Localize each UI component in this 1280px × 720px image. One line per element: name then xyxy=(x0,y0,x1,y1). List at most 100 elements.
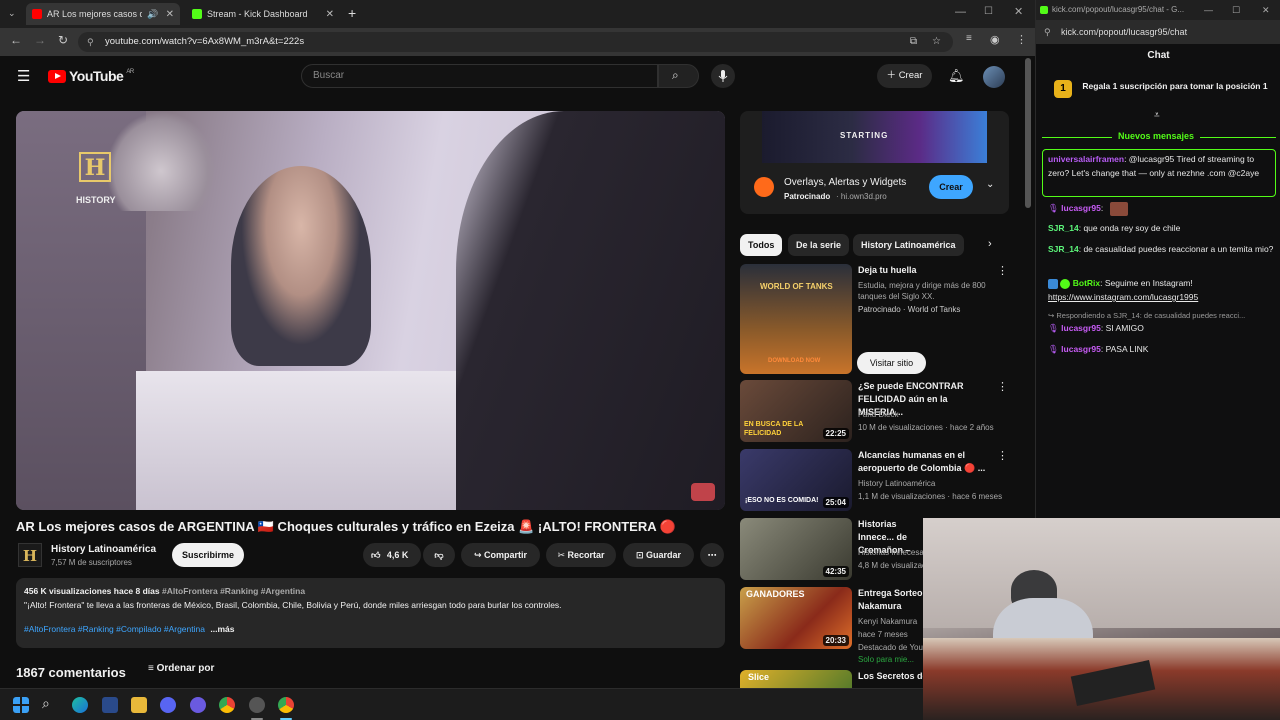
edge-browser-icon[interactable] xyxy=(72,697,88,713)
close-window-icon[interactable]: ✕ xyxy=(1262,0,1270,20)
clip-button[interactable]: ✂ Recortar xyxy=(546,543,616,567)
chips-next-icon[interactable]: › xyxy=(988,238,992,250)
youtube-logo[interactable]: YouTube AR xyxy=(48,68,134,84)
close-window-icon[interactable]: ✕ xyxy=(1014,5,1023,18)
maximize-icon[interactable]: ☐ xyxy=(1232,0,1240,20)
ad-sponsor-line: Patrocinado · World of Tanks xyxy=(858,305,961,314)
comments-count: 1867 comentarios xyxy=(16,665,126,680)
cast-icon[interactable]: ⧉ xyxy=(910,32,917,52)
microphone-icon xyxy=(718,70,728,82)
avatar[interactable] xyxy=(983,66,1005,88)
search-input[interactable]: Buscar xyxy=(301,64,658,88)
url-field[interactable]: ⚲ youtube.com/watch?v=6Ax8WM_m3rA&t=222s… xyxy=(78,32,953,52)
windows-start-icon[interactable] xyxy=(13,697,29,713)
show-more-link[interactable]: ...más xyxy=(210,624,234,634)
pinned-gift-message[interactable]: Regala 1 suscripción para tomar la posic… xyxy=(1080,80,1270,92)
close-tab-icon[interactable]: ✕ xyxy=(166,9,174,20)
chrome-icon[interactable] xyxy=(219,697,235,713)
hamburger-menu-icon[interactable]: ☰ xyxy=(17,67,30,85)
ad-description: Estudia, mejora y dirige más de 800 tanq… xyxy=(858,281,986,301)
chat-username[interactable]: SJR_14 xyxy=(1048,223,1079,233)
subscribe-button[interactable]: Suscribirme xyxy=(172,543,244,567)
more-vertical-icon[interactable]: ⋮ xyxy=(997,380,1008,393)
chrome-profile-icon[interactable] xyxy=(278,697,294,713)
speaker-icon[interactable]: 🔊 xyxy=(147,9,158,20)
chat-username[interactable]: BotRix xyxy=(1073,278,1100,288)
chat-text: : Seguime en Instagram! xyxy=(1100,278,1193,288)
file-explorer-icon[interactable] xyxy=(131,697,147,713)
tab-list-icon[interactable]: ⌄ xyxy=(8,8,16,19)
chevron-down-icon[interactable]: ⌄ xyxy=(986,179,994,190)
chip-all[interactable]: Todos xyxy=(740,234,783,256)
forward-icon[interactable]: → xyxy=(34,33,46,47)
voice-search-button[interactable] xyxy=(711,64,735,88)
discord-icon[interactable] xyxy=(160,697,176,713)
back-icon[interactable]: ← xyxy=(10,33,22,47)
menu-kebab-icon[interactable]: ⋮ xyxy=(1016,33,1027,46)
sidebar-item[interactable]: EN BUSCA DE LA FELICIDAD 22:25 ¿Se puede… xyxy=(740,380,1025,444)
hashtags-top[interactable]: #AltoFrontera #Ranking #Argentina xyxy=(162,586,305,596)
sidebar-item[interactable]: ¡ESO NO ES COMIDA! 25:04 Alcancías human… xyxy=(740,449,1025,513)
close-tab-icon[interactable]: ✕ xyxy=(326,9,334,20)
channel-watermark-icon[interactable] xyxy=(691,483,715,501)
chip-channel[interactable]: History Latinoamérica xyxy=(853,234,964,256)
tab-youtube[interactable]: AR Los mejores casos de AR 🔊 ✕ xyxy=(26,3,180,25)
chat-username[interactable]: lucasgr95 xyxy=(1061,323,1101,333)
site-info-icon[interactable]: ⚲ xyxy=(1044,20,1051,44)
extensions-icon[interactable]: ≡ xyxy=(966,33,972,44)
reload-icon[interactable]: ↻ xyxy=(58,33,68,47)
calculator-icon[interactable] xyxy=(102,697,118,713)
page-scrollbar[interactable] xyxy=(1025,58,1031,208)
description-box[interactable]: 456 K visualizaciones hace 8 días #AltoF… xyxy=(16,578,725,648)
more-vertical-icon[interactable]: ⋮ xyxy=(997,449,1008,462)
more-vertical-icon[interactable]: ⋮ xyxy=(997,264,1008,277)
notifications-bell-icon[interactable]: 🔔︎ xyxy=(948,68,965,84)
tab-label: Stream - Kick Dashboard xyxy=(207,9,308,19)
sidebar-item[interactable]: GANADORES 20:33 Entrega Sorteo Nakamura … xyxy=(740,587,923,667)
search-button[interactable]: ⌕ xyxy=(658,64,699,88)
sidebar-item[interactable]: Slice Los Secretos de xyxy=(740,670,923,688)
sidebar-item[interactable]: 42:35 Historias Innece... de Cromañon – … xyxy=(740,518,923,582)
like-button[interactable]: 👍︎ 4,6 K xyxy=(363,543,421,567)
media-player-icon[interactable] xyxy=(190,697,206,713)
new-tab-icon[interactable]: + xyxy=(348,5,356,21)
chip-series[interactable]: De la serie xyxy=(788,234,850,256)
video-title: Entrega Sorteo Nakamura xyxy=(858,588,923,611)
create-button[interactable]: ＋ Crear xyxy=(877,64,932,88)
video-player[interactable]: H HISTORY xyxy=(16,111,725,510)
save-button[interactable]: ⊡ Guardar xyxy=(623,543,694,567)
chat-link[interactable]: https://www.instagram.com/lucasgr1995 xyxy=(1048,290,1276,304)
tab-kick[interactable]: Stream - Kick Dashboard ✕ xyxy=(186,3,340,25)
search-icon[interactable]: ⌕ xyxy=(42,695,50,712)
chat-username[interactable]: SJR_14 xyxy=(1048,244,1079,254)
chat-text: : de casualidad puedes reaccionar a un t… xyxy=(1078,244,1274,254)
ad-cta-button[interactable]: Crear xyxy=(929,175,973,199)
chat-username[interactable]: universalairframen xyxy=(1048,154,1124,164)
minimize-icon[interactable]: — xyxy=(1204,0,1213,20)
ad-card[interactable]: STARTING Overlays, Alertas y Widgets Pat… xyxy=(740,111,1009,214)
hashtags-bottom[interactable]: #AltoFrontera #Ranking #Compilado #Argen… xyxy=(24,624,205,634)
chat-url-bar[interactable]: ⚲ kick.com/popout/lucasgr95/chat xyxy=(1036,20,1280,44)
chat-username[interactable]: lucasgr95 xyxy=(1061,344,1101,354)
chat-message: SJR_14: que onda rey soy de chile xyxy=(1048,221,1276,235)
minimize-icon[interactable]: — xyxy=(955,6,966,18)
sidebar-item-sponsored[interactable]: WORLD OF TANKS DOWNLOAD NOW Deja tu huel… xyxy=(740,264,1025,376)
maximize-icon[interactable]: ☐ xyxy=(984,6,993,17)
sort-comments-button[interactable]: ≡ Ordenar por xyxy=(148,663,214,674)
collapse-pinned-icon[interactable]: ⩡ xyxy=(1154,110,1160,121)
channel-avatar[interactable]: H xyxy=(18,543,42,567)
chat-username[interactable]: lucasgr95 xyxy=(1061,203,1101,213)
more-actions-button[interactable]: ⋯ xyxy=(700,543,724,567)
channel-name[interactable]: History Latinoamérica xyxy=(51,544,156,555)
ad-brand-icon xyxy=(754,177,774,197)
site-info-icon[interactable]: ⚲ xyxy=(87,32,94,52)
obs-icon[interactable] xyxy=(249,697,265,713)
dislike-button[interactable]: 👎︎ xyxy=(423,543,455,567)
mic-badge-icon: 🎙︎ xyxy=(1048,344,1059,354)
logo-text: YouTube xyxy=(69,68,124,84)
profile-icon[interactable]: ◉ xyxy=(990,33,1000,46)
visit-site-button[interactable]: Visitar sitio xyxy=(857,352,926,374)
bookmark-star-icon[interactable]: ☆ xyxy=(932,32,941,52)
share-button[interactable]: ↪ Compartir xyxy=(461,543,540,567)
duration-badge: 22:25 xyxy=(822,428,849,439)
